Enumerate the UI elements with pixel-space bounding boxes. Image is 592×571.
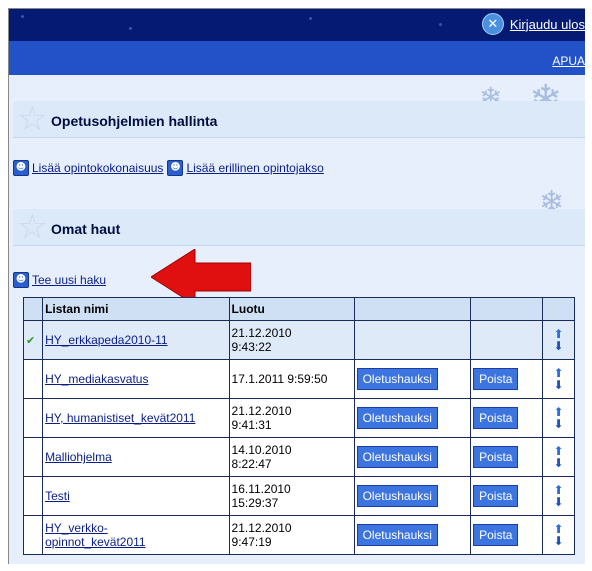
nav-bar: APUA — [9, 41, 585, 75]
table-row: HY_verkko- opinnot_kevät2011 21.12.2010 … — [22, 515, 575, 555]
header-cell — [542, 297, 575, 321]
arrow-down-icon[interactable]: ⬇ — [554, 418, 564, 430]
empty-cell — [470, 320, 544, 360]
empty-cell — [353, 320, 472, 360]
smiley-icon: ☻ — [167, 160, 184, 176]
order-cell: ⬆ ⬇ — [542, 437, 575, 477]
table-row: Testi 16.11.2010 15:29:37 Oletushauksi P… — [22, 476, 575, 516]
created-cell: 21.12.2010 9:47:19 — [228, 515, 355, 555]
help-link[interactable]: APUA — [552, 54, 585, 68]
saved-searches-table: Listan nimi Luotu ✔ HY_erkkapeda2010-11 … — [22, 297, 575, 555]
delete-button[interactable]: Poista — [473, 407, 519, 429]
add-links-row: ☻ Lisää opintokokonaisuus ☻ Lisää erilli… — [13, 153, 328, 183]
order-cell: ⬆ ⬇ — [542, 320, 575, 360]
delete-button[interactable]: Poista — [473, 446, 519, 468]
list-link[interactable]: Testi — [45, 489, 70, 503]
add-study-unit-link[interactable]: Lisää opintokokonaisuus — [32, 161, 163, 175]
table-row: HY_mediakasvatus 17.1.2011 9:59:50 Oletu… — [22, 359, 575, 399]
header-list-name: Listan nimi — [42, 297, 230, 321]
created-cell: 17.1.2011 9:59:50 — [228, 359, 355, 399]
created-cell: 16.11.2010 15:29:37 — [228, 476, 355, 516]
set-default-button[interactable]: Oletushauksi — [356, 446, 438, 468]
arrow-down-icon[interactable]: ⬇ — [554, 535, 564, 547]
header-created: Luotu — [228, 297, 355, 321]
empty-cell — [22, 359, 44, 399]
order-cell: ⬆ ⬇ — [542, 359, 575, 399]
empty-cell — [22, 437, 44, 477]
arrow-down-icon[interactable]: ⬇ — [554, 457, 564, 469]
default-cell: Oletushauksi — [353, 515, 472, 555]
section-header-searches: ☆ Omat haut — [13, 209, 585, 246]
list-name-cell: HY_verkko- opinnot_kevät2011 — [42, 515, 230, 555]
main-content: ❄ ❄ ❄ ☆ Opetusohjelmien hallinta ☻ Lisää… — [9, 75, 585, 564]
list-link[interactable]: HY_erkkapeda2010-11 — [45, 333, 168, 347]
empty-cell — [22, 476, 44, 516]
list-name-cell: Testi — [42, 476, 230, 516]
table-row: HY, humanistiset_kevät2011 21.12.2010 9:… — [22, 398, 575, 438]
created-cell: 21.12.2010 9:41:31 — [228, 398, 355, 438]
smiley-icon: ☻ — [13, 272, 29, 288]
section-title: Omat haut — [51, 221, 121, 237]
empty-cell — [22, 515, 44, 555]
delete-cell: Poista — [470, 359, 544, 399]
delete-cell: Poista — [470, 398, 544, 438]
set-default-button[interactable]: Oletushauksi — [356, 407, 438, 429]
top-bar: ✕ Kirjaudu ulos — [9, 9, 585, 41]
star-decoration-icon: ☆ — [17, 99, 48, 139]
default-cell: Oletushauksi — [353, 476, 472, 516]
header-cell — [353, 297, 472, 321]
arrow-down-icon[interactable]: ⬇ — [554, 340, 564, 352]
set-default-button[interactable]: Oletushauksi — [356, 485, 438, 507]
list-name-cell: HY_erkkapeda2010-11 — [42, 320, 230, 360]
created-cell: 21.12.2010 9:43:22 — [228, 320, 355, 360]
delete-button[interactable]: Poista — [473, 368, 519, 390]
table-row: ✔ HY_erkkapeda2010-11 21.12.2010 9:43:22… — [22, 320, 575, 360]
list-link[interactable]: HY, humanistiset_kevät2011 — [45, 411, 195, 425]
set-default-button[interactable]: Oletushauksi — [356, 368, 438, 390]
set-default-button[interactable]: Oletushauksi — [356, 524, 438, 546]
default-marker-cell: ✔ — [22, 320, 44, 360]
created-cell: 14.10.2010 8:22:47 — [228, 437, 355, 477]
list-name-cell: HY_mediakasvatus — [42, 359, 230, 399]
new-search-link[interactable]: Tee uusi haku — [32, 273, 106, 287]
add-course-link[interactable]: Lisää erillinen opintojakso — [186, 161, 323, 175]
list-link[interactable]: HY_mediakasvatus — [45, 372, 148, 386]
smiley-icon: ☻ — [13, 160, 29, 176]
app-frame: ✕ Kirjaudu ulos APUA ❄ ❄ ❄ ☆ Opetusohjel… — [8, 8, 585, 564]
empty-cell — [22, 398, 44, 438]
new-search-row: ☻ Tee uusi haku — [13, 265, 110, 295]
star-decoration-icon: ☆ — [17, 207, 48, 247]
arrow-down-icon[interactable]: ⬇ — [554, 379, 564, 391]
default-cell: Oletushauksi — [353, 359, 472, 399]
default-cell: Oletushauksi — [353, 437, 472, 477]
default-cell: Oletushauksi — [353, 398, 472, 438]
list-link[interactable]: HY_verkko- opinnot_kevät2011 — [45, 521, 146, 549]
list-link[interactable]: Malliohjelma — [45, 450, 112, 464]
logout-control[interactable]: ✕ Kirjaudu ulos — [481, 12, 585, 36]
order-cell: ⬆ ⬇ — [542, 398, 575, 438]
section-header-curricula: ☆ Opetusohjelmien hallinta — [13, 101, 585, 138]
arrow-down-icon[interactable]: ⬇ — [554, 496, 564, 508]
table-header-row: Listan nimi Luotu — [22, 297, 575, 321]
delete-button[interactable]: Poista — [473, 524, 519, 546]
delete-cell: Poista — [470, 515, 544, 555]
delete-cell: Poista — [470, 437, 544, 477]
delete-cell: Poista — [470, 476, 544, 516]
list-name-cell: HY, humanistiset_kevät2011 — [42, 398, 230, 438]
logout-link[interactable]: Kirjaudu ulos — [510, 17, 585, 32]
close-icon[interactable]: ✕ — [481, 13, 504, 35]
order-cell: ⬆ ⬇ — [542, 476, 575, 516]
header-cell — [470, 297, 544, 321]
list-name-cell: Malliohjelma — [42, 437, 230, 477]
delete-button[interactable]: Poista — [473, 485, 519, 507]
table-row: Malliohjelma 14.10.2010 8:22:47 Oletusha… — [22, 437, 575, 477]
section-title: Opetusohjelmien hallinta — [51, 113, 218, 129]
order-cell: ⬆ ⬇ — [542, 515, 575, 555]
header-cell — [22, 297, 44, 321]
default-check-icon: ✔ — [26, 334, 36, 347]
